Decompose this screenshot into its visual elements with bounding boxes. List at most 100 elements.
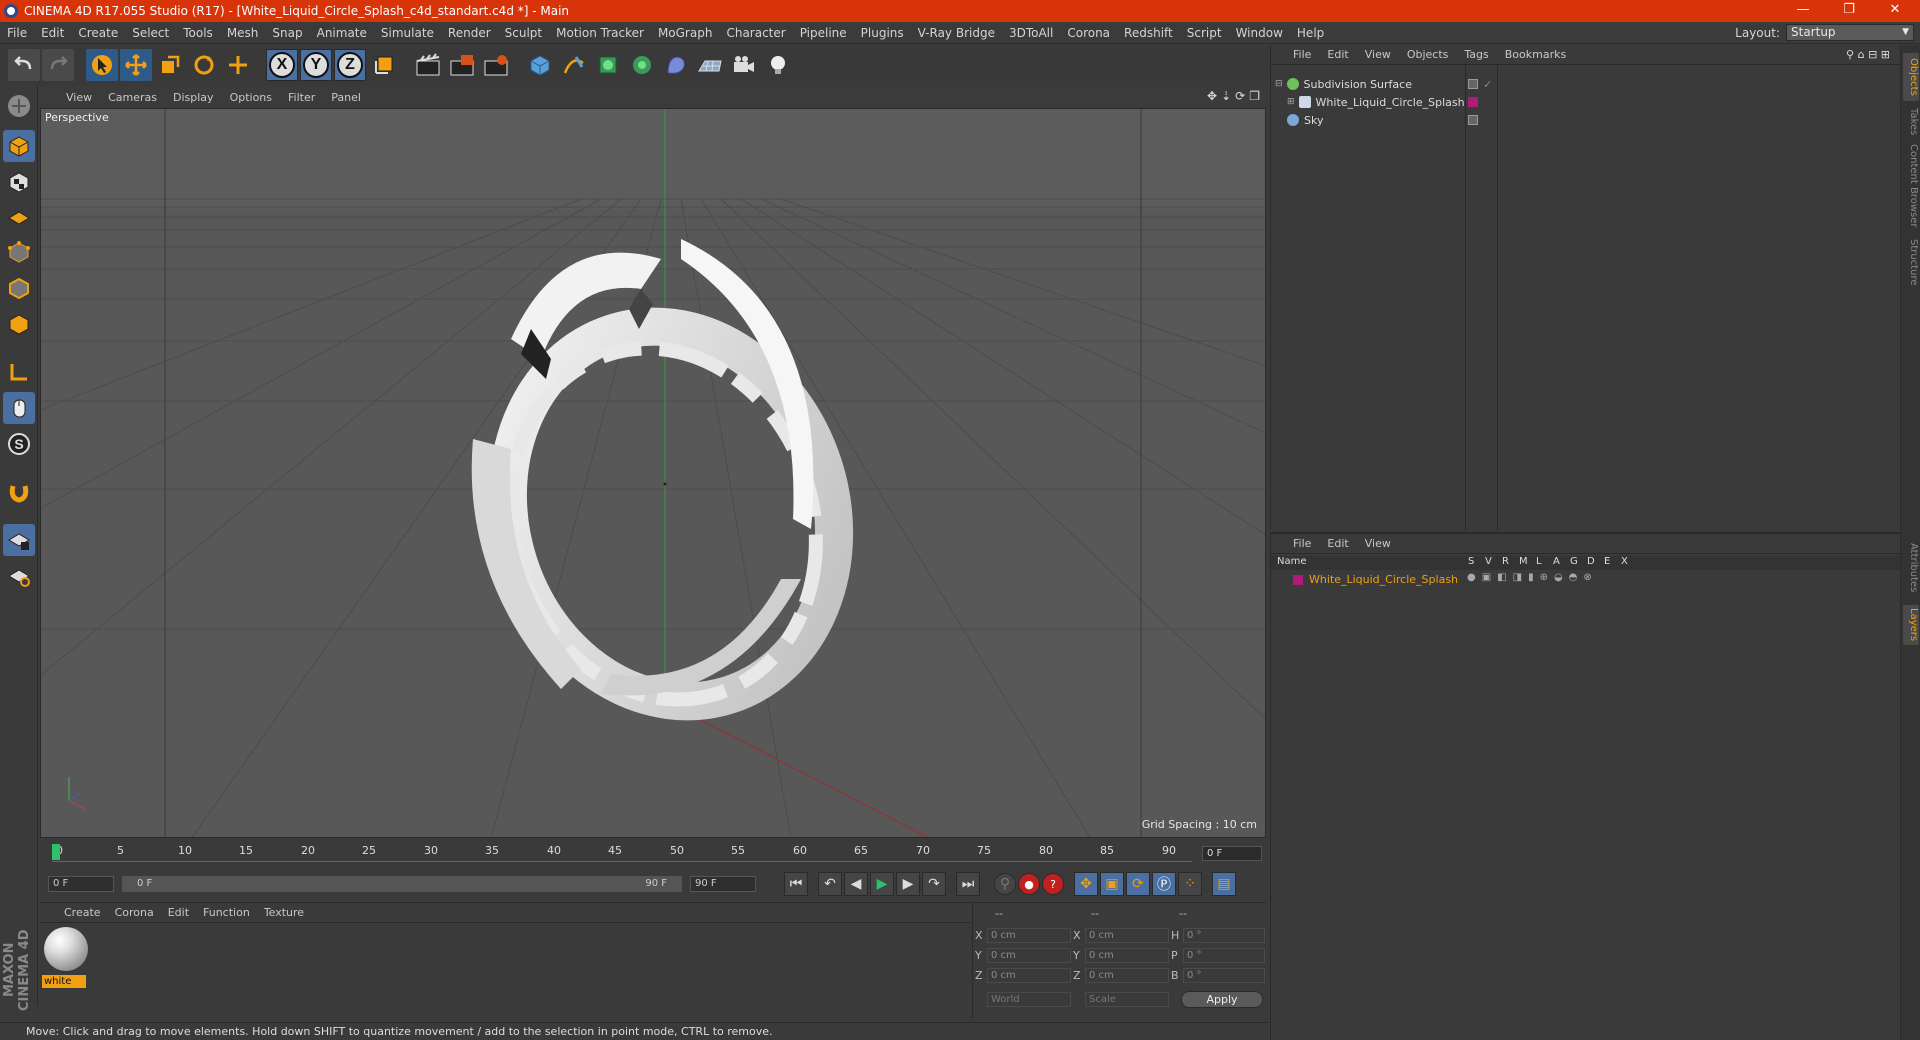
collapse-icon[interactable]: ⊟: [1275, 79, 1283, 89]
rotate-tool-button[interactable]: [188, 49, 220, 81]
viewport-camera-label[interactable]: Perspective: [45, 111, 109, 124]
select-tool-button[interactable]: [86, 49, 118, 81]
rotate-view-icon[interactable]: ⟳: [1235, 89, 1245, 103]
size-y-field[interactable]: 0 cm: [1085, 948, 1169, 963]
end-frame-field[interactable]: 90 F: [690, 876, 756, 892]
menu-window[interactable]: Window: [1229, 26, 1290, 40]
menu-snap[interactable]: Snap: [265, 26, 309, 40]
material-menu-corona[interactable]: Corona: [108, 906, 161, 919]
play-button[interactable]: ▶: [870, 872, 894, 896]
viewport-menu-panel[interactable]: Panel: [323, 91, 369, 104]
add-deformer-button[interactable]: [660, 49, 692, 81]
layer-tag-icon[interactable]: [1468, 79, 1478, 89]
layers-menu-view[interactable]: View: [1357, 537, 1399, 550]
objects-menu-bookmarks[interactable]: Bookmarks: [1497, 48, 1574, 61]
timeline-window-button[interactable]: ▤: [1212, 872, 1236, 896]
menu-simulate[interactable]: Simulate: [374, 26, 441, 40]
key-position-button[interactable]: ✥: [1074, 872, 1098, 896]
layer-tag-icon[interactable]: [1468, 115, 1478, 125]
polygons-mode-button[interactable]: [3, 308, 35, 340]
keyframe-selection-button[interactable]: ?: [1042, 873, 1064, 895]
viewport-menu-view[interactable]: View: [38, 91, 100, 104]
record-keys-button[interactable]: ⚲: [994, 873, 1016, 895]
z-axis-lock-button[interactable]: Z: [334, 49, 366, 81]
objects-menu-tags[interactable]: Tags: [1456, 48, 1496, 61]
add-spline-button[interactable]: [558, 49, 590, 81]
key-scale-button[interactable]: ▣: [1100, 872, 1124, 896]
rotation-b-field[interactable]: 0 °: [1183, 968, 1265, 983]
y-axis-lock-button[interactable]: Y: [300, 49, 332, 81]
current-frame-field[interactable]: 0 F: [1202, 846, 1262, 861]
render-settings-button[interactable]: [480, 49, 512, 81]
layout-dropdown[interactable]: Startup ▼: [1786, 24, 1914, 41]
start-frame-field[interactable]: 0 F: [48, 876, 114, 892]
zoom-view-icon[interactable]: ⇣: [1221, 89, 1231, 103]
axis-mode-button[interactable]: [3, 356, 35, 388]
lock-workplane-button[interactable]: [3, 524, 35, 556]
material-preview-sphere[interactable]: [44, 927, 88, 971]
layer-name[interactable]: White_Liquid_Circle_Splash: [1309, 573, 1458, 586]
go-to-start-button[interactable]: ⏮: [784, 872, 808, 896]
points-mode-button[interactable]: [3, 236, 35, 268]
maximize-view-icon[interactable]: ❐: [1249, 89, 1260, 103]
menu-script[interactable]: Script: [1180, 26, 1229, 40]
viewport-menu-cameras[interactable]: Cameras: [100, 91, 165, 104]
menu-render[interactable]: Render: [441, 26, 498, 40]
frame-range-slider[interactable]: 0 F 90 F: [122, 876, 682, 892]
menu-mesh[interactable]: Mesh: [220, 26, 266, 40]
tab-content-browser[interactable]: Content Browser: [1903, 143, 1919, 229]
add-floor-button[interactable]: [694, 49, 726, 81]
planar-workplane-button[interactable]: [3, 560, 35, 592]
add-camera-button[interactable]: [728, 49, 760, 81]
menu-plugins[interactable]: Plugins: [854, 26, 911, 40]
tab-attributes[interactable]: Attributes: [1903, 537, 1919, 599]
menu-select[interactable]: Select: [125, 26, 176, 40]
next-key-button[interactable]: ↷: [922, 872, 946, 896]
previous-frame-button[interactable]: ◀: [844, 872, 868, 896]
close-button[interactable]: ✕: [1872, 0, 1918, 22]
menu-sculpt[interactable]: Sculpt: [498, 26, 549, 40]
redo-button[interactable]: [42, 49, 74, 81]
apply-button[interactable]: Apply: [1181, 991, 1263, 1008]
material-name-label[interactable]: white: [42, 975, 86, 988]
size-mode-dropdown[interactable]: Scale: [1085, 992, 1169, 1007]
texture-mode-button[interactable]: [3, 166, 35, 198]
menu-pipeline[interactable]: Pipeline: [793, 26, 854, 40]
menu-vray-bridge[interactable]: V-Ray Bridge: [911, 26, 1002, 40]
maximize-button[interactable]: ❐: [1826, 0, 1872, 22]
viewport-menu-options[interactable]: Options: [222, 91, 280, 104]
material-menu-texture[interactable]: Texture: [257, 906, 311, 919]
layer-color-icon[interactable]: [1468, 97, 1478, 107]
timeline-ruler[interactable]: 0 5 10 15 20 25 30 35 40 45 50 55 60 65 …: [40, 838, 1266, 868]
object-row-subdivision-surface[interactable]: ⊟ Subdivision Surface ✓: [1275, 75, 1895, 93]
menu-3dtoall[interactable]: 3DToAll: [1002, 26, 1060, 40]
position-y-field[interactable]: 0 cm: [987, 948, 1071, 963]
rotation-h-field[interactable]: 0 °: [1183, 928, 1265, 943]
layer-toggle-icons[interactable]: ●▣◧◨▮⊕◒◓⊗: [1467, 572, 1598, 583]
key-rotation-button[interactable]: ⟳: [1126, 872, 1150, 896]
render-to-picture-viewer-button[interactable]: [446, 49, 478, 81]
add-generator-button[interactable]: [592, 49, 624, 81]
objects-menu-edit[interactable]: Edit: [1319, 48, 1356, 61]
render-view-button[interactable]: [412, 49, 444, 81]
workplane-mode-button[interactable]: [3, 200, 35, 232]
key-pla-button[interactable]: ⁘: [1178, 872, 1202, 896]
last-tool-button[interactable]: [222, 49, 254, 81]
objects-menu-objects[interactable]: Objects: [1399, 48, 1457, 61]
menu-character[interactable]: Character: [719, 26, 792, 40]
menu-motion-tracker[interactable]: Motion Tracker: [549, 26, 651, 40]
menu-edit[interactable]: Edit: [34, 26, 71, 40]
objects-menu-file[interactable]: File: [1285, 48, 1319, 61]
layers-menu-file[interactable]: File: [1285, 537, 1319, 550]
move-view-icon[interactable]: ✥: [1207, 89, 1217, 103]
edges-mode-button[interactable]: [3, 272, 35, 304]
undo-button[interactable]: [8, 49, 40, 81]
checkmark-icon[interactable]: ✓: [1483, 78, 1492, 91]
add-cube-button[interactable]: [524, 49, 556, 81]
tab-layers[interactable]: Layers: [1903, 605, 1919, 645]
timeline-scale[interactable]: 0 5 10 15 20 25 30 35 40 45 50 55 60 65 …: [52, 844, 1192, 862]
material-menu-create[interactable]: Create: [40, 906, 108, 919]
tab-structure[interactable]: Structure: [1903, 237, 1919, 287]
expand-icon[interactable]: ⊞: [1287, 97, 1295, 107]
layer-row[interactable]: White_Liquid_Circle_Splash ●▣◧◨▮⊕◒◓⊗: [1271, 572, 1901, 588]
